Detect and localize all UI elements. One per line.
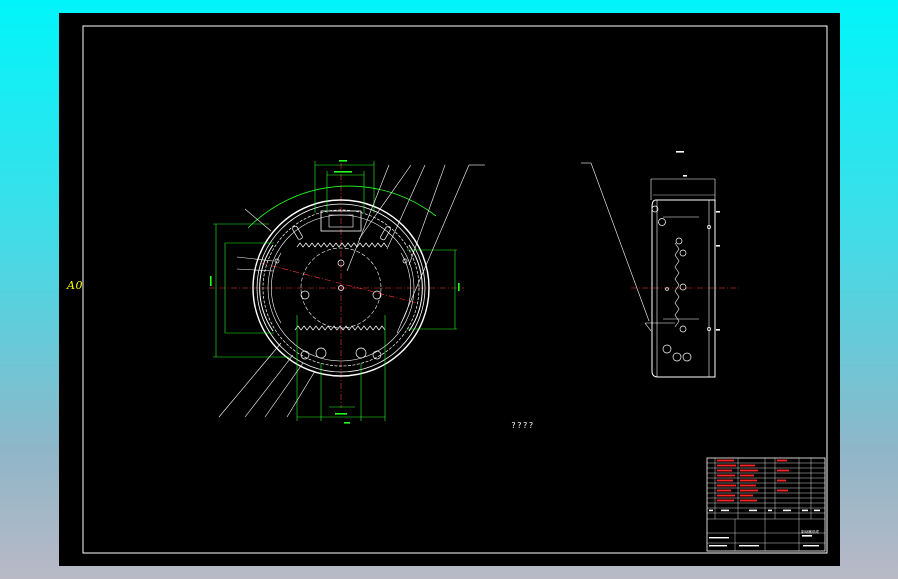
drawing-viewport[interactable]: A0 ???? 制动器总成 bbox=[59, 13, 840, 566]
side-view-outline bbox=[651, 199, 716, 378]
drawing-canvas bbox=[82, 25, 828, 554]
outer-arc bbox=[247, 185, 437, 229]
front-view-leaders bbox=[218, 164, 485, 418]
title-block bbox=[706, 457, 826, 552]
title-block-drawing-name: 制动器总成 bbox=[801, 530, 819, 534]
paper-size-label: A0 bbox=[67, 279, 83, 292]
title-block-header-marks bbox=[709, 509, 820, 547]
side-section-view bbox=[581, 151, 739, 378]
front-view bbox=[209, 160, 485, 424]
upper-return-spring bbox=[296, 242, 388, 248]
side-view-spring bbox=[674, 242, 680, 328]
side-view-bolts bbox=[651, 205, 711, 362]
side-view-dim-labels bbox=[676, 151, 720, 331]
parts-list-red-entries bbox=[717, 459, 789, 502]
anchor-slots bbox=[292, 225, 391, 241]
side-view-leaders bbox=[581, 162, 652, 332]
technical-requirements-title: ???? bbox=[511, 421, 535, 430]
